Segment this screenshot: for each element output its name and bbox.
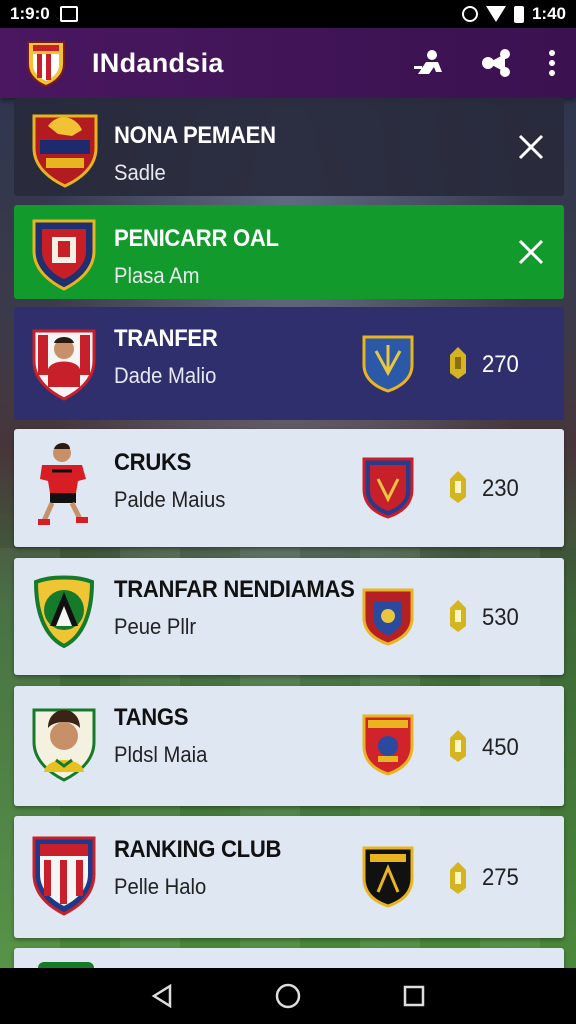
player-figure-icon (38, 443, 88, 525)
close-icon[interactable] (516, 237, 546, 267)
back-icon[interactable] (150, 983, 174, 1009)
points-value: 275 (482, 864, 519, 891)
wifi-icon (485, 6, 506, 22)
card-title: TRANFER (114, 325, 218, 352)
share-icon[interactable] (480, 48, 514, 78)
card-subtitle: Pldsl Maia (114, 742, 208, 767)
card-title: TRANFAR NENDIAMAS (114, 576, 355, 603)
list-item[interactable]: RANKING CLUB Pelle Halo 275 (14, 816, 564, 938)
points-value: 450 (482, 734, 519, 761)
status-time: 1:9:0 (10, 4, 50, 23)
card-title: NONA PEMAEN (114, 122, 276, 149)
player-avatar-icon (32, 708, 96, 782)
battery-icon (513, 5, 524, 23)
card-title: CRUKS (114, 449, 192, 476)
app-logo-icon (27, 41, 65, 88)
home-icon[interactable] (274, 982, 302, 1010)
club-crest-icon (32, 219, 96, 291)
list-item[interactable]: TRANFAR NENDIAMAS Peue Pllr 530 (14, 558, 564, 675)
alarm-icon (461, 6, 478, 22)
club-badge-icon (362, 846, 414, 908)
card-title: TANGS (114, 704, 189, 731)
club-badge-icon (362, 335, 414, 393)
app-title: INdandsia (92, 47, 224, 78)
points-value: 530 (482, 604, 519, 631)
coin-icon (450, 862, 466, 894)
card-title: PENICARR OAL (114, 225, 279, 252)
status-bar: 1:9:0 1:40 (0, 0, 576, 28)
club-badge-icon (362, 714, 414, 776)
coin-icon (450, 471, 466, 503)
card-subtitle: Palde Maius (114, 487, 226, 512)
list-item[interactable]: PENICARR OAL Plasa Am (14, 205, 564, 299)
card-subtitle: Dade Malio (114, 363, 217, 388)
club-badge-icon (362, 457, 414, 519)
status-clock: 1:40 (531, 4, 566, 23)
list-item[interactable]: CRUKS Palde Maius 230 (14, 429, 564, 547)
more-vert-icon[interactable] (548, 49, 556, 77)
club-crest-icon (32, 114, 98, 188)
card-title: RANKING CLUB (114, 836, 282, 863)
list-item[interactable]: TANGS Pldsl Maia 450 (14, 686, 564, 806)
player-avatar-icon (32, 329, 96, 401)
list-item[interactable] (14, 948, 564, 968)
person-add-icon[interactable] (412, 48, 446, 78)
coin-icon (450, 600, 466, 632)
system-nav-bar (0, 968, 576, 1024)
card-subtitle: Pelle Halo (114, 874, 207, 899)
club-badge-icon (362, 588, 414, 646)
notification-icon (59, 6, 78, 22)
coin-icon (450, 347, 466, 379)
list-item[interactable]: NONA PEMAEN Sadle (14, 98, 564, 196)
card-subtitle: Plasa Am (114, 263, 200, 288)
club-crest-icon (33, 575, 95, 649)
coin-icon (450, 730, 466, 762)
points-value: 230 (482, 475, 519, 502)
list-item[interactable]: TRANFER Dade Malio 270 (14, 307, 564, 420)
club-crest-icon (32, 836, 96, 916)
card-subtitle: Peue Pllr (114, 614, 197, 639)
points-value: 270 (482, 351, 519, 378)
app-bar: INdandsia (0, 28, 576, 98)
recents-icon[interactable] (402, 984, 426, 1008)
card-subtitle: Sadle (114, 160, 166, 185)
close-icon[interactable] (516, 132, 546, 162)
